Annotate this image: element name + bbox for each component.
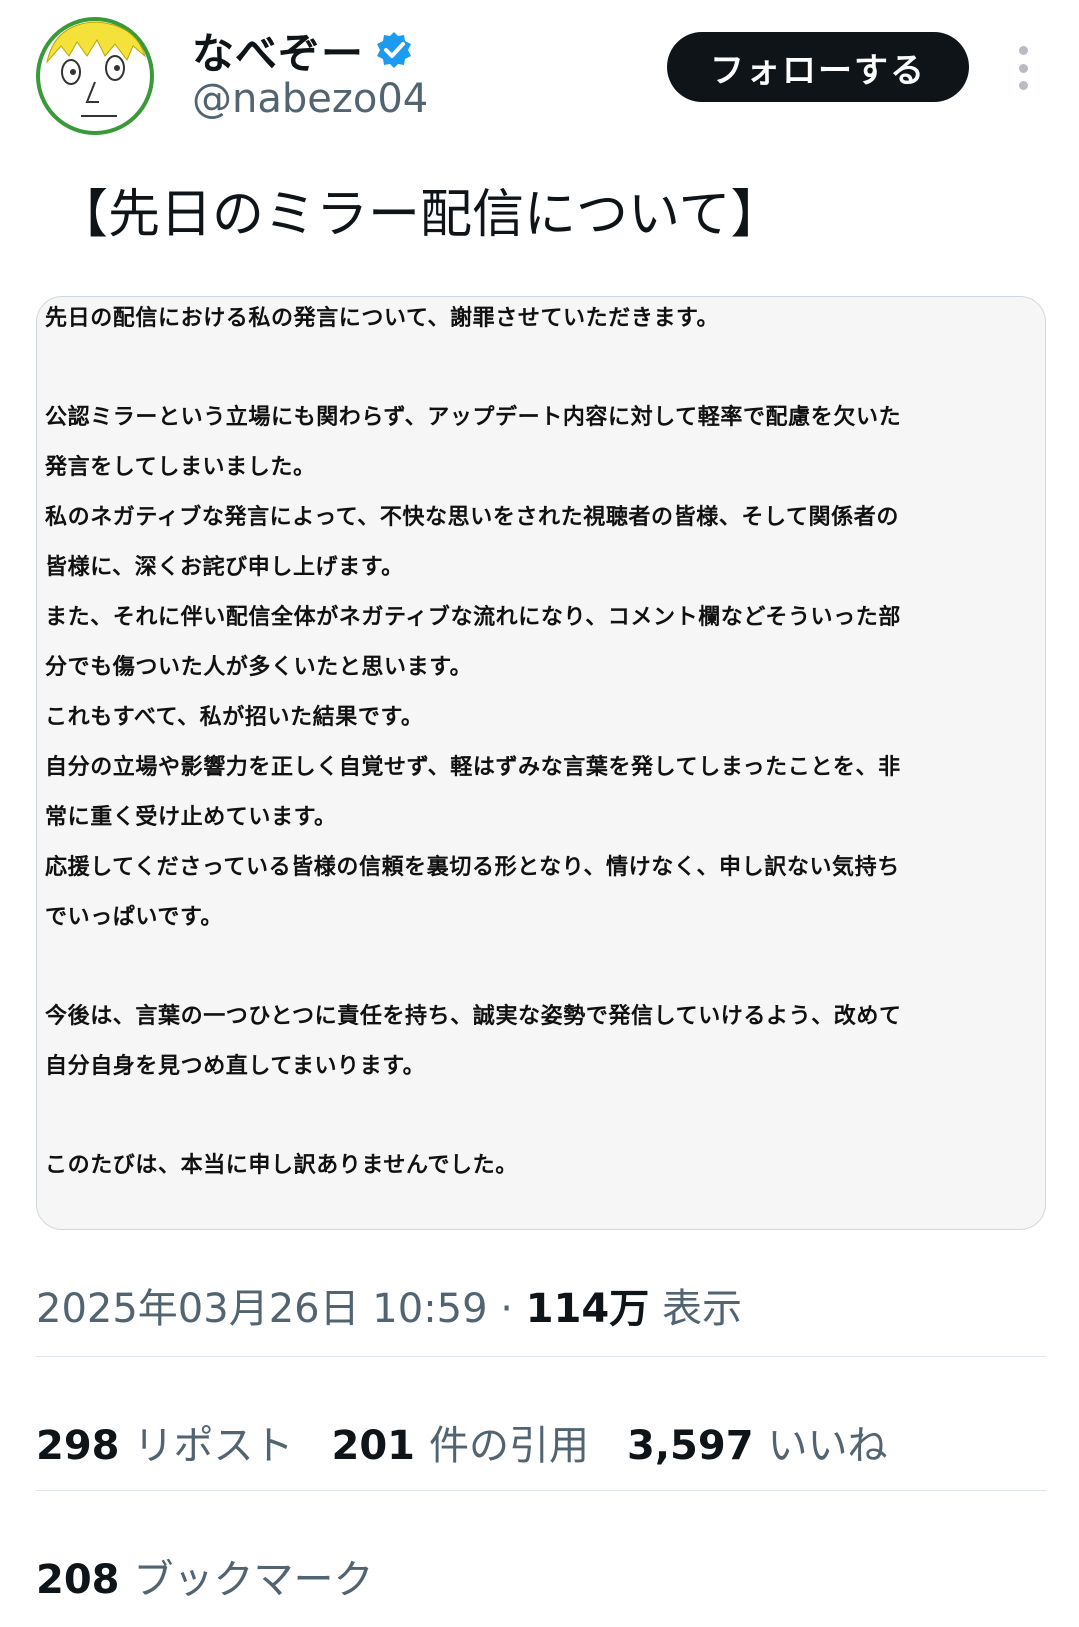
likes-label: いいね: [767, 1423, 888, 1469]
reposts-label: リポスト: [133, 1423, 294, 1469]
bookmarks-row: 208 ブックマーク: [36, 1547, 374, 1605]
more-vertical-icon[interactable]: [1005, 40, 1041, 96]
statement-line: このたびは、本当に申し訳ありませんでした。: [45, 1153, 518, 1178]
tweet-text: 【先日のミラー配信について】: [56, 185, 783, 245]
divider: [36, 1490, 1046, 1491]
bookmarks-count: 208: [36, 1557, 120, 1603]
statement-line: 自分自身を見つめ直してまいります。: [45, 1054, 426, 1079]
statement-line: 皆様に、深くお詫び申し上げます。: [45, 555, 404, 580]
more-dot: [1018, 63, 1028, 73]
statement-line: 発言をしてしまいました。: [45, 455, 316, 480]
engagement-stats: 298 リポスト 201 件の引用 3,597 いいね: [36, 1413, 888, 1471]
cartoon-face-avatar: [36, 17, 154, 135]
reposts-count: 298: [36, 1423, 120, 1469]
display-name[interactable]: なべぞー: [192, 20, 364, 81]
quotes-count: 201: [331, 1423, 416, 1469]
reposts-stat[interactable]: 298 リポスト: [36, 1413, 294, 1471]
statement-line: 応援してくださっている皆様の信頼を裏切る形となり、情けなく、申し訳ない気持ち: [45, 855, 900, 880]
more-dot: [1018, 46, 1028, 55]
user-handle[interactable]: @nabezo04: [192, 76, 428, 122]
tweet-image[interactable]: 先日の配信における私の発言について、謝罪させていただきます。 公認ミラーという立…: [36, 296, 1046, 1230]
statement-line: 常に重く受け止めています。: [45, 805, 337, 830]
statement-line: 分でも傷ついた人が多くいたと思います。: [45, 655, 473, 680]
timestamp[interactable]: 2025年03月26日 10:59: [36, 1286, 488, 1332]
more-dot: [1018, 81, 1028, 90]
avatar[interactable]: [35, 16, 155, 136]
statement-line: また、それに伴い配信全体がネガティブな流れになり、コメント欄などそういった部: [45, 605, 901, 630]
statement-line: 私のネガティブな発言によって、不快な思いをされた視聴者の皆様、そして関係者の: [45, 505, 899, 530]
views-label: 表示: [649, 1286, 742, 1332]
author-name-row[interactable]: なべぞー: [192, 20, 414, 80]
statement-line: これもすべて、私が招いた結果です。: [45, 705, 424, 730]
meta-separator: ·: [487, 1286, 526, 1332]
statement-line: 自分の立場や影響力を正しく自覚せず、軽はずみな言葉を発してしまったことを、非: [45, 755, 901, 780]
likes-stat[interactable]: 3,597 いいね: [627, 1413, 888, 1471]
likes-count: 3,597: [627, 1423, 754, 1469]
verified-badge-icon: [377, 32, 412, 68]
statement-line: でいっぱいです。: [45, 905, 223, 930]
bookmarks-stat[interactable]: 208 ブックマーク: [36, 1547, 374, 1605]
views-count: 114万: [525, 1286, 650, 1332]
quotes-label: 件の引用: [429, 1423, 589, 1469]
follow-button[interactable]: フォローする: [667, 32, 969, 102]
statement-line: 今後は、言葉の一つひとつに責任を持ち、誠実な姿勢で発信していけるよう、改めて: [45, 1004, 902, 1029]
statement-line: 公認ミラーという立場にも関わらず、アップデート内容に対して軽率で配慮を欠いた: [45, 405, 902, 430]
tweet-meta: 2025年03月26日 10:59 · 114万 表示: [36, 1276, 742, 1334]
divider: [36, 1356, 1046, 1357]
statement-line: 先日の配信における私の発言について、謝罪させていただきます。: [45, 306, 720, 331]
quotes-stat[interactable]: 201 件の引用: [332, 1413, 590, 1471]
bookmarks-label: ブックマーク: [133, 1557, 374, 1603]
